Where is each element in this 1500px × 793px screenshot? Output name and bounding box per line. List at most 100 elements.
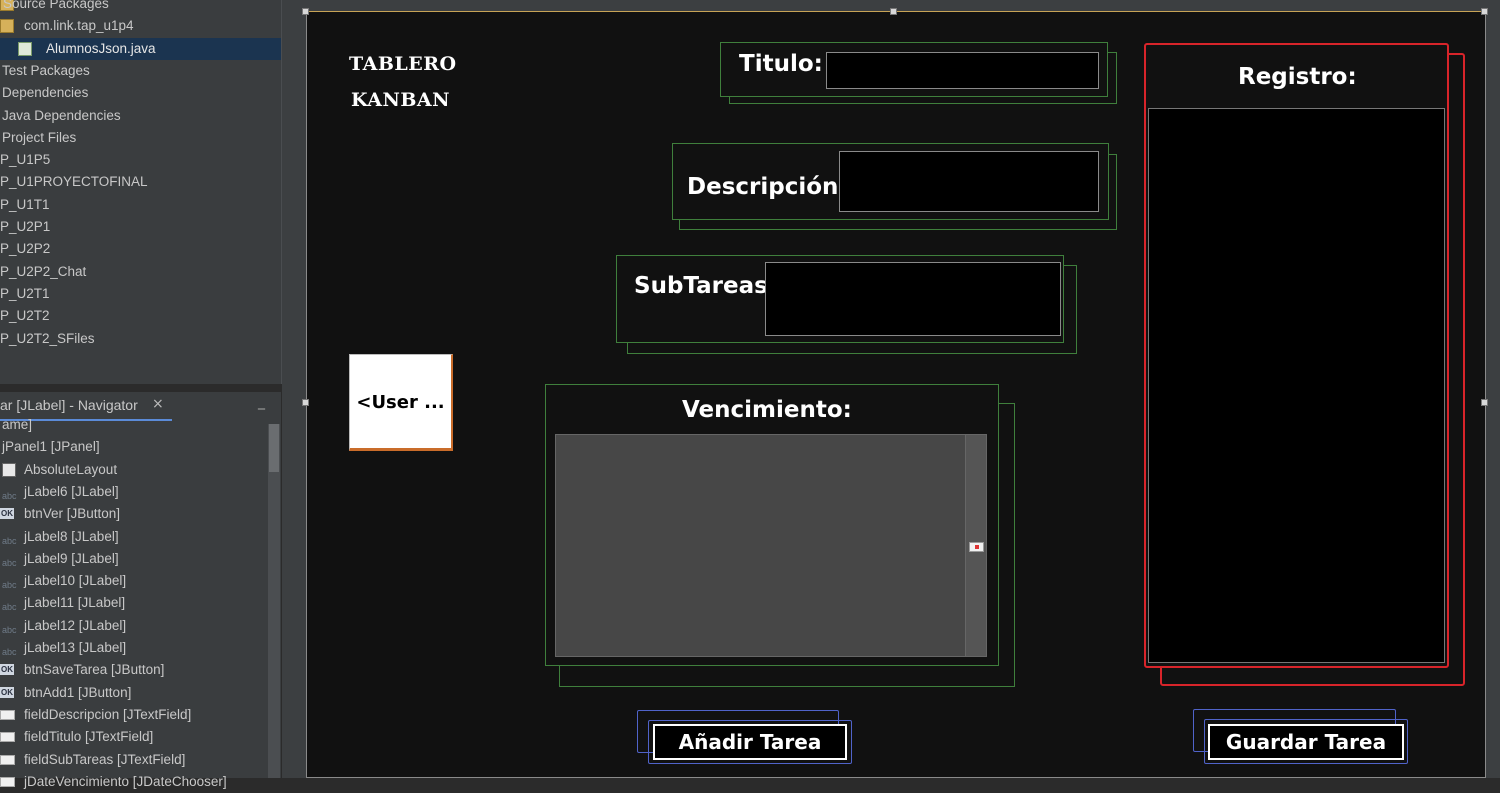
resize-handle-top-right[interactable] <box>1481 8 1488 15</box>
project-tree-item-label: Dependencies <box>2 85 89 101</box>
navigator-item[interactable]: abc jLabel13 [JLabel] <box>0 637 268 659</box>
project-tree-item[interactable]: P_U2T1 <box>0 283 281 305</box>
project-tree-item[interactable]: Source Packages <box>0 0 281 15</box>
navigator-item[interactable]: jPanel1 [JPanel] <box>0 436 268 458</box>
project-tree-item[interactable]: com.link.tap_u1p4 <box>0 15 281 37</box>
jtextfield-icon <box>0 776 15 787</box>
navigator-item-label: jLabel8 [JLabel] <box>24 528 119 544</box>
project-tree-item[interactable]: AlumnosJson.java <box>0 37 281 60</box>
navigator-scroll-thumb[interactable] <box>269 424 279 472</box>
user-button[interactable]: <User ... <box>349 354 453 451</box>
minimize-icon[interactable]: _ <box>258 394 265 410</box>
navigator-item-label: ame] <box>2 417 33 432</box>
navigator-item-label: jLabel9 [JLabel] <box>24 550 119 566</box>
project-tree-item[interactable]: P_U2T2 <box>0 305 281 327</box>
projects-panel: Source Packages com.link.tap_u1p4 AlumnosJ… <box>0 0 282 384</box>
project-tree-item-label: Java Dependencies <box>2 107 121 123</box>
project-tree-item-label: P_U1P5 <box>0 152 51 168</box>
project-tree-item-label: com.link.tap_u1p4 <box>24 18 134 34</box>
navigator-item-label: jPanel1 [JPanel] <box>2 439 100 455</box>
navigator-item[interactable]: abc jLabel8 [JLabel] <box>0 526 268 548</box>
project-tree-item[interactable]: P_U1P5 <box>0 149 281 171</box>
project-tree-item-label: P_U1PROYECTOFINAL <box>0 174 148 190</box>
navigator-item-label: btnSaveTarea [JButton] <box>24 662 165 678</box>
project-tree-item[interactable]: Java Dependencies <box>0 105 281 127</box>
resize-handle-top[interactable] <box>890 8 897 15</box>
navigator-tab-title[interactable]: ar [JLabel] - Navigator <box>0 397 138 413</box>
subtareas-input[interactable] <box>765 262 1061 336</box>
navigator-item[interactable]: fieldDescripcion [JTextField] <box>0 704 268 726</box>
navigator-item-label: jLabel6 [JLabel] <box>24 483 119 499</box>
navigator-item[interactable]: abc jLabel6 [JLabel] <box>0 481 268 503</box>
navigator-item-label: btnVer [JButton] <box>24 506 121 522</box>
navigator-item[interactable]: jDateVencimiento [JDateChooser] <box>0 771 268 793</box>
navigator-item[interactable]: abc jLabel9 [JLabel] <box>0 548 268 570</box>
navigator-item-label: jLabel12 [JLabel] <box>24 617 127 633</box>
navigator-item-label: AbsoluteLayout <box>24 461 118 477</box>
project-tree-item-label: P_U1T1 <box>0 196 50 212</box>
navigator-item[interactable]: AbsoluteLayout <box>0 459 268 481</box>
java-file-icon <box>18 41 32 56</box>
navigator-item-label: jDateVencimiento [JDateChooser] <box>24 773 227 789</box>
vencimiento-date-field[interactable] <box>555 434 966 657</box>
project-tree-item-label: P_U2P2_Chat <box>0 263 87 279</box>
jtextfield-icon <box>0 754 15 765</box>
project-tree-item[interactable]: Dependencies <box>0 82 281 104</box>
project-tree-item-label: Test Packages <box>2 62 90 78</box>
project-tree-item[interactable]: Project Files <box>0 127 281 149</box>
descripcion-input[interactable] <box>839 151 1099 212</box>
project-tree-item[interactable]: P_U1T1 <box>0 194 281 216</box>
navigator-item-label: btnAdd1 [JButton] <box>24 684 132 700</box>
navigator-item-label: jLabel10 [JLabel] <box>24 573 127 589</box>
vencimiento-label: Vencimiento: <box>682 397 852 423</box>
navigator-item-label: fieldSubTareas [JTextField] <box>24 751 186 767</box>
registro-label: Registro: <box>1238 64 1357 90</box>
navigator-item-label: jLabel13 [JLabel] <box>24 640 127 655</box>
resize-handle-top-left[interactable] <box>302 8 309 15</box>
project-tree-item-label: P_U2T1 <box>0 285 50 301</box>
project-tree-item[interactable]: Test Packages <box>0 60 281 82</box>
jtextfield-icon <box>0 732 15 743</box>
descripcion-label: Descripción: <box>687 174 848 200</box>
project-tree-item-label: Source Packages <box>3 0 109 11</box>
project-tree-item[interactable]: P_U2P2 <box>0 238 281 260</box>
navigator-item-label: fieldDescripcion [JTextField] <box>24 706 192 722</box>
layout-icon <box>2 462 16 477</box>
navigator-scrollbar[interactable] <box>268 424 280 778</box>
close-icon[interactable]: × <box>152 396 164 412</box>
resize-handle-left[interactable] <box>302 399 309 406</box>
registro-text-area[interactable] <box>1148 108 1445 663</box>
save-task-button[interactable]: Guardar Tarea <box>1208 724 1404 760</box>
resize-handle-right[interactable] <box>1481 399 1488 406</box>
navigator-panel: ame] jPanel1 [JPanel] AbsoluteLayout abc jLa… <box>0 417 281 789</box>
navigator-item[interactable]: OK btnVer [JButton] <box>0 503 268 525</box>
navigator-item[interactable]: abc jLabel12 [JLabel] <box>0 615 268 637</box>
project-tree-item[interactable]: P_U2P1 <box>0 216 281 238</box>
add-task-button[interactable]: Añadir Tarea <box>653 724 847 760</box>
project-tree-item[interactable]: P_U2P2_Chat <box>0 261 281 283</box>
project-tree-item-label: P_U2T2 <box>0 308 50 324</box>
jtextfield-icon <box>0 709 15 720</box>
navigator-item[interactable]: fieldTitulo [JTextField] <box>0 726 268 748</box>
navigator-item[interactable]: OK btnAdd1 [JButton] <box>0 682 268 704</box>
project-tree-item-label: P_U2P2 <box>0 241 51 257</box>
project-tree-item-label: P_U2P1 <box>0 219 51 234</box>
navigator-item[interactable]: abc jLabel11 [JLabel] <box>0 592 268 614</box>
jbutton-icon: OK <box>0 508 14 520</box>
project-tree-item[interactable]: P_U1PROYECTOFINAL <box>0 171 281 193</box>
board-title-line1: TABLERO <box>349 53 457 75</box>
navigator-item[interactable]: OK btnSaveTarea [JButton] <box>0 659 268 681</box>
navigator-item-label: jLabel11 [JLabel] <box>24 595 126 611</box>
calendar-icon[interactable] <box>969 542 984 552</box>
navigator-item[interactable]: ame] <box>0 414 268 436</box>
project-tree-item-label: AlumnosJson.java <box>46 40 156 56</box>
navigator-item[interactable]: abc jLabel10 [JLabel] <box>0 570 268 592</box>
navigator-item[interactable]: fieldSubTareas [JTextField] <box>0 749 268 771</box>
project-tree-item[interactable]: P_U2T2_SFiles <box>0 328 281 350</box>
package-icon <box>0 19 14 34</box>
titulo-input[interactable] <box>826 52 1099 89</box>
titulo-label: Titulo: <box>739 51 823 77</box>
user-button-label: <User ... <box>356 392 445 413</box>
project-tree-item-label: P_U2T2_SFiles <box>0 330 95 346</box>
jbutton-icon: OK <box>0 664 14 676</box>
